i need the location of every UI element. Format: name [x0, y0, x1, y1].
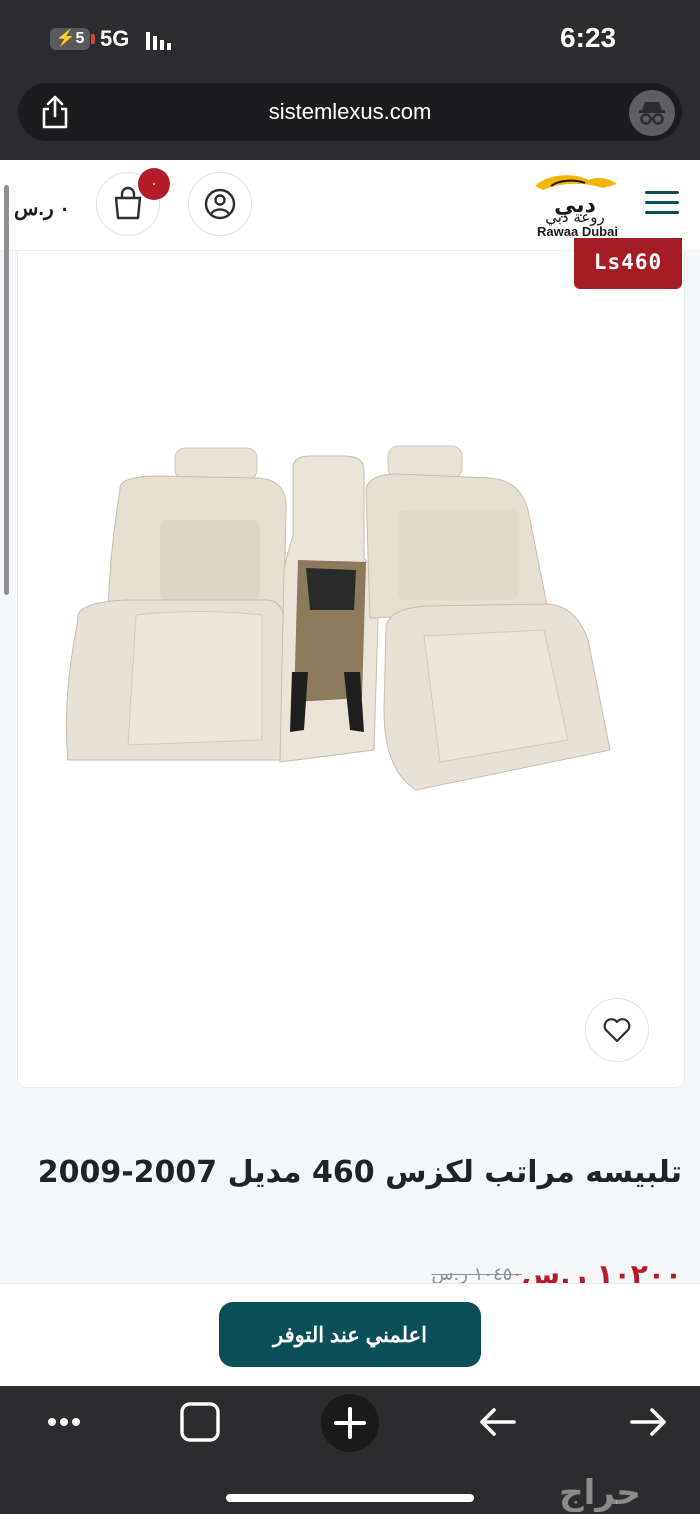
forward-arrow-icon[interactable]	[620, 1394, 676, 1450]
account-button[interactable]	[188, 172, 252, 236]
browser-chrome: ⚡5 5G 6:23 sistemlexus.com	[0, 0, 700, 160]
tabs-icon[interactable]	[172, 1394, 228, 1450]
watermark-logo: حراج	[559, 1473, 641, 1512]
new-tab-button[interactable]	[321, 1394, 379, 1452]
network-label: 5G	[100, 26, 130, 51]
heart-icon	[603, 1018, 631, 1043]
scrollbar[interactable]	[4, 185, 9, 595]
svg-text:حراج: حراج	[559, 1473, 641, 1512]
url-text[interactable]: sistemlexus.com	[18, 83, 682, 141]
notify-when-available-button[interactable]: اعلمني عند التوفر	[219, 1302, 481, 1367]
wishlist-button[interactable]	[585, 998, 649, 1062]
product-price: ١٠٢٠٠ ر.س	[521, 1258, 682, 1284]
share-icon[interactable]	[40, 95, 70, 129]
home-indicator	[226, 1494, 474, 1502]
car-seat-covers-image[interactable]	[48, 440, 618, 800]
hamburger-menu-icon[interactable]	[645, 188, 679, 218]
status-time: 6:23	[560, 22, 617, 53]
more-icon[interactable]	[36, 1398, 92, 1454]
plus-icon	[334, 1407, 366, 1439]
cart-count-badge: ٠	[138, 168, 170, 200]
browser-toolbar: حراج	[0, 1386, 700, 1514]
price-row: ١٠٢٠٠ ر.س ١٠٤٥٠ ر.س	[20, 1258, 682, 1284]
sticky-action-bar: اعلمني عند التوفر	[0, 1283, 700, 1387]
signal-icon	[146, 32, 171, 50]
battery-tip	[91, 34, 95, 44]
back-arrow-icon[interactable]	[470, 1394, 526, 1450]
model-tag: Ls460	[574, 238, 682, 289]
cart-total: ٠ ر.س	[14, 198, 70, 220]
battery-indicator: ⚡5	[50, 28, 90, 50]
user-icon	[204, 188, 236, 220]
logo-brand: Rawaa Dubai	[537, 224, 618, 239]
original-price: ١٠٤٥٠ ر.س	[431, 1264, 522, 1284]
product-title: تلبيسه مراتب لكزس 460 مديل 2007-2009	[37, 1155, 682, 1190]
address-bar[interactable]: sistemlexus.com	[18, 83, 682, 141]
incognito-icon[interactable]	[629, 90, 675, 136]
